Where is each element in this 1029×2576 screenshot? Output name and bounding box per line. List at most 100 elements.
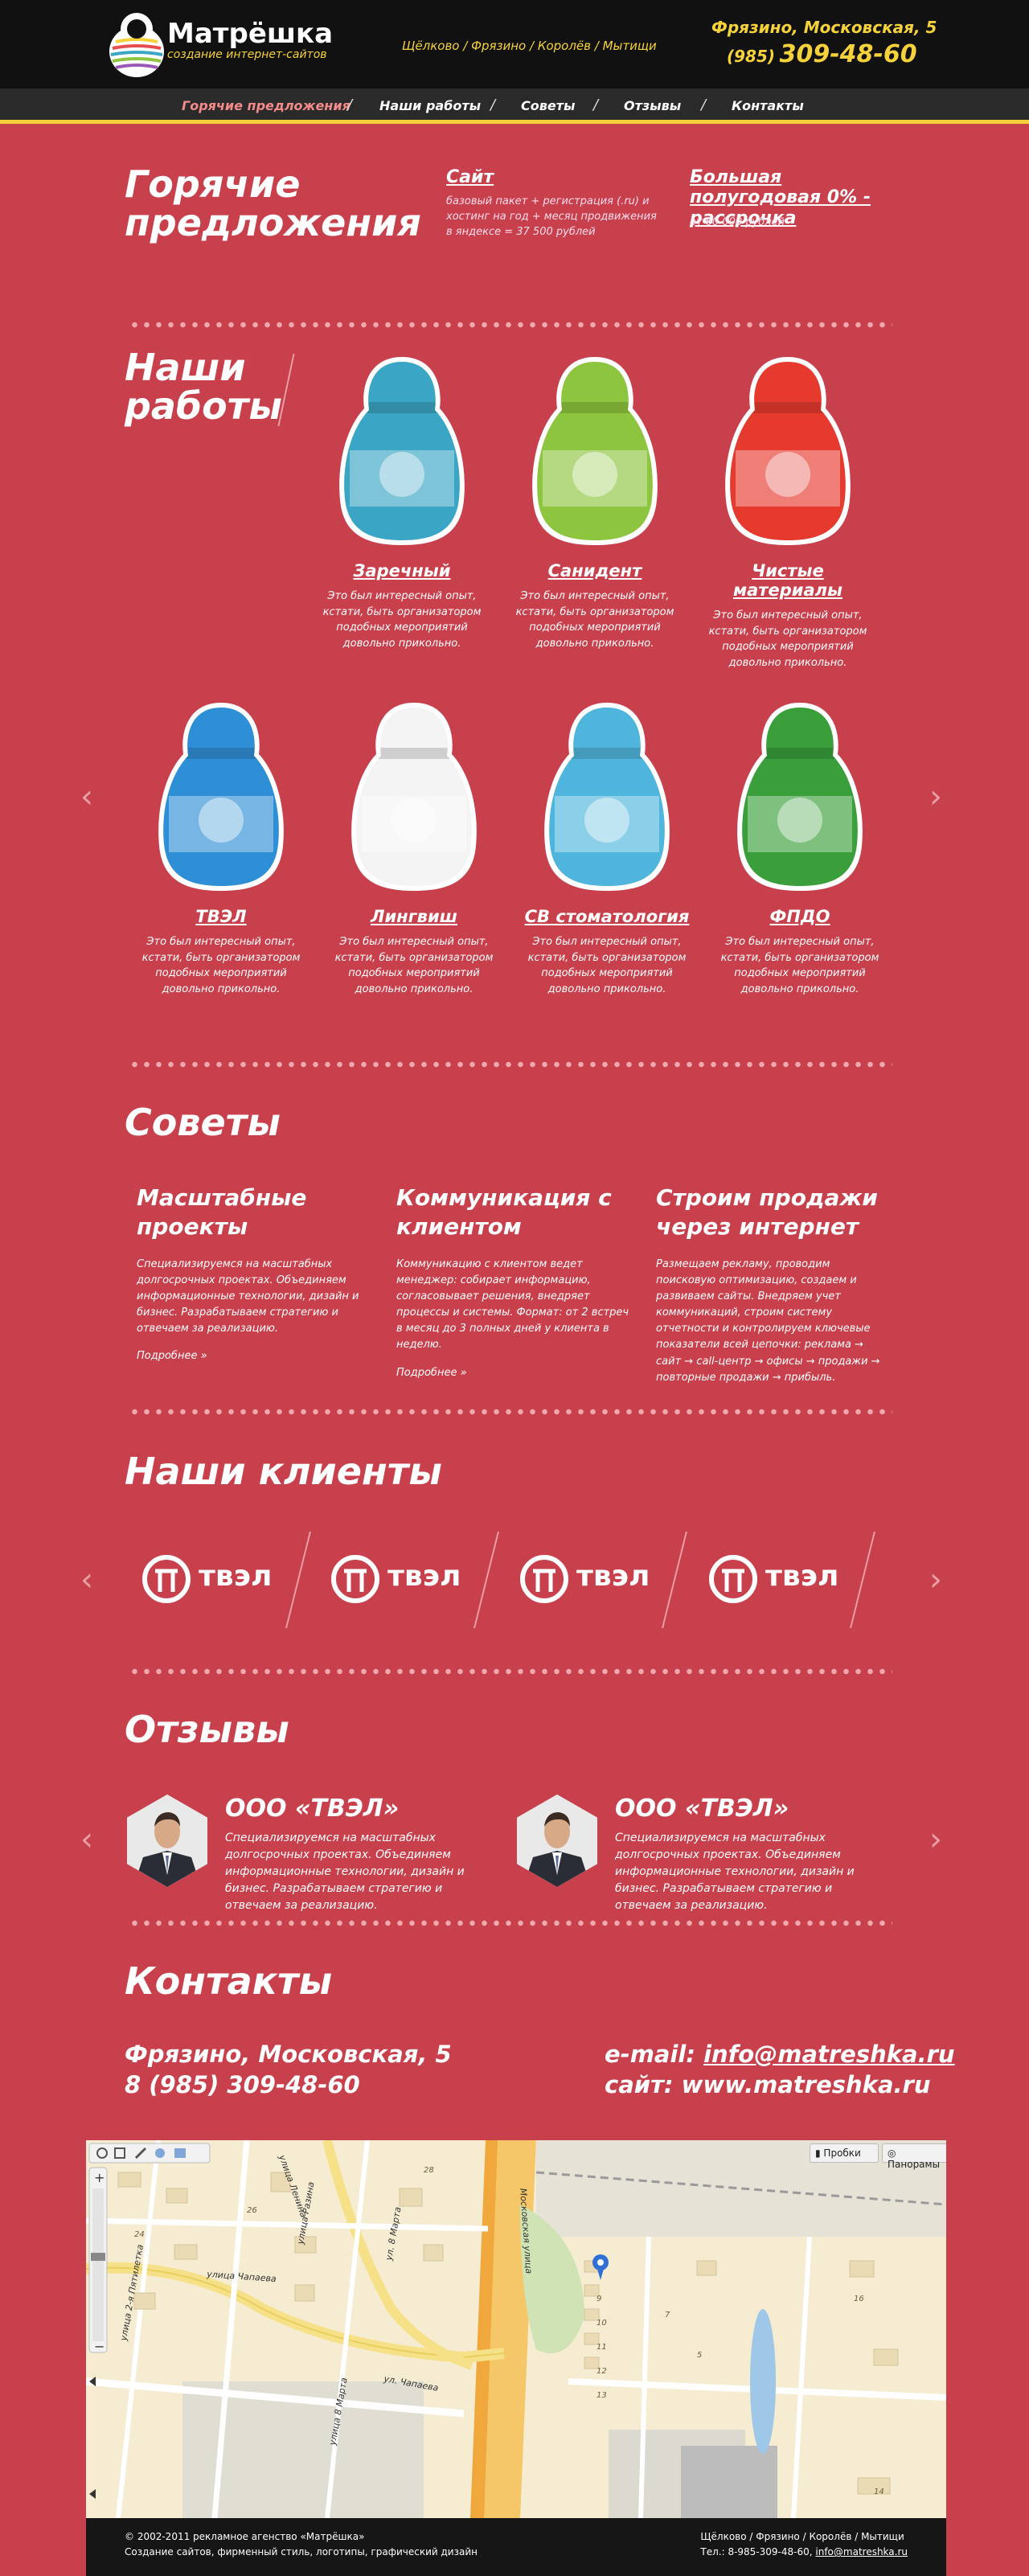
client-logo[interactable]: твэл: [141, 1542, 293, 1614]
header-address: Фрязино, Московская, 5: [711, 18, 937, 37]
dotted-divider: [129, 1061, 892, 1068]
dotted-divider: [129, 1920, 892, 1926]
chevron-right-icon[interactable]: ›: [929, 778, 942, 815]
tip-desc: Специализируемся на масштабных долгосроч…: [137, 1257, 359, 1335]
chevron-right-icon[interactable]: ›: [929, 1821, 942, 1858]
svg-text:13: 13: [596, 2391, 607, 2400]
matryoshka-frame[interactable]: [732, 699, 868, 892]
offer-installment-desc: от 60 000 рублей: [690, 216, 785, 228]
matryoshka-frame[interactable]: [334, 354, 470, 547]
nav-works[interactable]: Наши работы: [379, 98, 481, 113]
map-canvas[interactable]: Московская улица ул. Чапаева улица Чапае…: [86, 2140, 946, 2518]
brand-subtitle: создание интернет-сайтов: [167, 48, 327, 61]
footer-cities: Щёлково / Фрязино / Королёв / Мытищи: [700, 2531, 904, 2542]
map-toolbar[interactable]: [88, 2143, 211, 2164]
work-desc: Это был интересный опыт, кстати, быть ор…: [720, 936, 879, 995]
offer-site-link[interactable]: Сайт: [446, 167, 671, 187]
contacts-title: Контакты: [125, 1959, 333, 2003]
review-text: Специализируемся на масштабных долгосроч…: [225, 1832, 465, 1912]
tip-more-link[interactable]: Подробнее »: [137, 1350, 370, 1362]
panorama-button[interactable]: ◎ Панорамы: [882, 2143, 946, 2170]
chevron-left-icon[interactable]: ‹: [80, 1821, 93, 1858]
work-desc: Это был интересный опыт, кстати, быть ор…: [515, 590, 674, 650]
tip-card: Масштабные проекты Специализируемся на м…: [137, 1183, 370, 1362]
client-logo-text: твэл: [765, 1560, 839, 1593]
work-title-link[interactable]: СВ стоматология: [523, 907, 691, 926]
client-logo-text: твэл: [387, 1560, 461, 1593]
offer-site-desc: базовый пакет + регистрация (.ru) и хост…: [446, 195, 657, 238]
work-desc: Это был интересный опыт, кстати, быть ор…: [708, 609, 867, 669]
work-title-link[interactable]: ФПДО: [715, 907, 884, 926]
client-logo[interactable]: твэл: [707, 1542, 860, 1614]
tip-title: Масштабные проекты: [137, 1184, 307, 1241]
tip-desc: Коммуникацию с клиентом ведет менеджер: …: [396, 1257, 629, 1352]
svg-text:28: 28: [424, 2166, 434, 2175]
chevron-left-icon[interactable]: ‹: [80, 1561, 93, 1598]
work-title-link[interactable]: Чистые материалы: [703, 561, 872, 600]
work-desc: Это был интересный опыт, кстати, быть ор…: [334, 936, 494, 995]
matryoshka-frame[interactable]: [346, 699, 482, 892]
footer-email-link[interactable]: info@matreshka.ru: [815, 2546, 908, 2558]
page: Матрёшка создание интернет-сайтов Щёлков…: [0, 0, 1029, 2576]
review-card: ООО «ТВЭЛ» Специализируемся на масштабны…: [127, 1795, 473, 1912]
work-title-link[interactable]: ТВЭЛ: [137, 907, 305, 926]
svg-text:11: 11: [596, 2343, 607, 2352]
matryoshka-frame[interactable]: [719, 354, 856, 547]
work-title-link[interactable]: Заречный: [318, 561, 486, 580]
work-preview-image: [737, 703, 863, 891]
dotted-divider: [129, 1668, 892, 1675]
tip-card: Коммуникация с клиентом Коммуникацию с к…: [396, 1183, 629, 1379]
client-logo-text: твэл: [576, 1560, 650, 1593]
work-desc: Это был интересный опыт, кстати, быть ор…: [141, 936, 301, 995]
work-card: Лингвиш Это был интересный опыт, кстати, …: [330, 699, 498, 997]
dotted-divider: [129, 322, 892, 328]
svg-text:10: 10: [596, 2319, 607, 2328]
svg-text:16: 16: [854, 2295, 864, 2303]
work-preview-image: [158, 703, 284, 891]
yandex-map[interactable]: Московская улица ул. Чапаева улица Чапае…: [86, 2140, 946, 2518]
svg-text:+: +: [94, 2170, 105, 2185]
client-logo-text: твэл: [199, 1560, 273, 1593]
tip-title: Строим продажи через интернет: [656, 1184, 878, 1241]
tip-title: Коммуникация с клиентом: [396, 1184, 612, 1241]
client-logo[interactable]: твэл: [330, 1542, 482, 1614]
email-link[interactable]: info@matreshka.ru: [703, 2041, 954, 2068]
chevron-right-icon[interactable]: ›: [929, 1561, 942, 1598]
nav-hot-offers[interactable]: Горячие предложения: [182, 98, 351, 113]
svg-text:5: 5: [697, 2351, 702, 2360]
svg-text:14: 14: [874, 2488, 884, 2496]
dotted-divider: [129, 1409, 892, 1415]
nav-contacts[interactable]: Контакты: [732, 98, 804, 113]
client-logo[interactable]: твэл: [519, 1542, 671, 1614]
chevron-left-icon[interactable]: ‹: [80, 778, 93, 815]
work-card: СВ стоматология Это был интересный опыт, …: [523, 699, 691, 997]
work-title-link[interactable]: Санидент: [510, 561, 679, 580]
work-card: Санидент Это был интересный опыт, кстати,…: [510, 354, 679, 651]
svg-text:−: −: [94, 2339, 105, 2354]
footer: © 2002-2011 рекламное агенство «Матрёшка…: [86, 2518, 946, 2576]
matryoshka-frame[interactable]: [153, 699, 289, 892]
matryoshka-frame[interactable]: [527, 354, 663, 547]
work-preview-image: [339, 357, 465, 545]
avatar: [517, 1795, 597, 1887]
site-label: сайт:: [605, 2071, 674, 2098]
work-title-link[interactable]: Лингвиш: [330, 907, 498, 926]
main-nav: Горячие предложения / Наши работы / Сове…: [0, 88, 1029, 124]
print-icon: [174, 2148, 186, 2158]
matryoshka-logo-icon[interactable]: [105, 11, 169, 79]
map-zoom-slider[interactable]: + −: [88, 2167, 108, 2354]
svg-text:12: 12: [596, 2367, 607, 2376]
contacts-address: Фрязино, Московская, 5: [125, 2041, 452, 2068]
tip-more-link[interactable]: Подробнее »: [396, 1367, 629, 1379]
traffic-button[interactable]: ▮ Пробки: [810, 2143, 879, 2163]
nav-reviews[interactable]: Отзывы: [624, 98, 681, 113]
svg-text:7: 7: [665, 2311, 670, 2320]
matryoshka-frame[interactable]: [539, 699, 675, 892]
nav-tips[interactable]: Советы: [521, 98, 575, 113]
contacts-site-row: сайт: www.matreshka.ru: [605, 2071, 931, 2098]
work-preview-image: [532, 357, 658, 545]
footer-services: Создание сайтов, фирменный стиль, логоти…: [125, 2546, 478, 2558]
work-card: Заречный Это был интересный опыт, кстати,…: [318, 354, 486, 651]
work-desc: Это был интересный опыт, кстати, быть ор…: [322, 590, 482, 650]
site-url: www.matreshka.ru: [681, 2071, 931, 2098]
